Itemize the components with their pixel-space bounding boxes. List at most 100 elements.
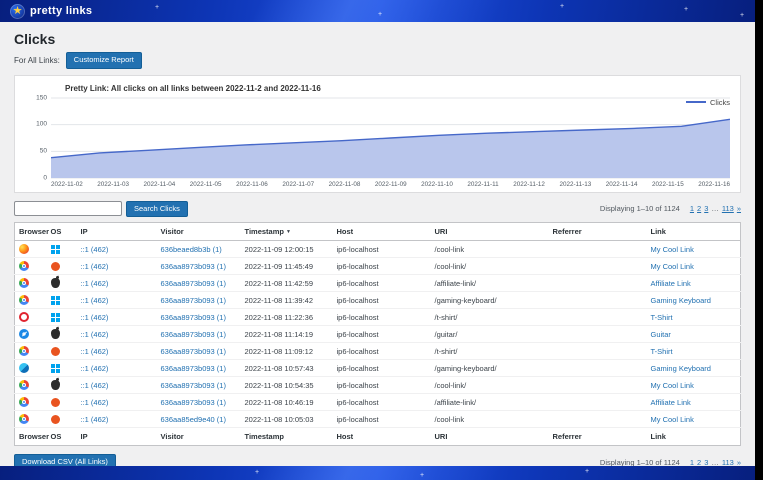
host-cell: ip6-localhost: [333, 292, 431, 309]
pagination-top: Displaying 1–10 of 1124 123…113»: [600, 204, 741, 213]
host-cell: ip6-localhost: [333, 275, 431, 292]
browser-cell: [15, 275, 47, 292]
table-row: ::1 (462)636aa8973b093 (1)2022-11-08 11:…: [15, 326, 741, 343]
column-header-visitor[interactable]: Visitor: [157, 223, 241, 241]
host-cell: ip6-localhost: [333, 360, 431, 377]
visitor-link[interactable]: 636aa85ed9e40 (1): [161, 415, 226, 424]
visitor-link[interactable]: 636aa8973b093 (1): [161, 279, 226, 288]
legend-label: Clicks: [710, 98, 730, 107]
ip-link[interactable]: ::1 (462): [81, 296, 109, 305]
ip-link[interactable]: ::1 (462): [81, 313, 109, 322]
link-title-cell: Affiliate Link: [647, 394, 741, 411]
column-header-browser[interactable]: Browser: [15, 223, 47, 241]
referrer-cell: [549, 394, 647, 411]
ip-link[interactable]: ::1 (462): [81, 245, 109, 254]
ip-link[interactable]: ::1 (462): [81, 279, 109, 288]
ip-link[interactable]: ::1 (462): [81, 330, 109, 339]
column-header-ip[interactable]: IP: [77, 428, 157, 446]
table-row: ::1 (462)636aa8973b093 (1)2022-11-08 11:…: [15, 292, 741, 309]
column-header-referrer[interactable]: Referrer: [549, 428, 647, 446]
page-link[interactable]: 3: [704, 204, 708, 213]
visitor-link[interactable]: 636aa8973b093 (1): [161, 330, 226, 339]
linux-os-icon: [51, 398, 60, 407]
referrer-cell: [549, 360, 647, 377]
link-title-link[interactable]: Affiliate Link: [651, 398, 691, 407]
ip-link[interactable]: ::1 (462): [81, 364, 109, 373]
x-axis-labels: 2022-11-022022-11-032022-11-042022-11-05…: [51, 181, 730, 188]
uri-cell: /gaming-keyboard/: [431, 292, 549, 309]
table-row: ::1 (462)636aa8973b093 (1)2022-11-08 11:…: [15, 275, 741, 292]
column-header-ip[interactable]: IP: [77, 223, 157, 241]
customize-report-button[interactable]: Customize Report: [66, 52, 142, 69]
next-page-link[interactable]: »: [737, 204, 741, 213]
windows-os-icon: [51, 296, 60, 305]
column-header-visitor[interactable]: Visitor: [157, 428, 241, 446]
browser-cell: [15, 360, 47, 377]
link-title-link[interactable]: T-Shirt: [651, 313, 673, 322]
link-title-link[interactable]: My Cool Link: [651, 381, 694, 390]
column-header-os[interactable]: OS: [47, 223, 77, 241]
ip-link[interactable]: ::1 (462): [81, 381, 109, 390]
chrome-browser-icon: [19, 261, 29, 271]
top-banner: ★ pretty links + + + + +: [0, 0, 755, 22]
visitor-link[interactable]: 636aa8973b093 (1): [161, 313, 226, 322]
ip-cell: ::1 (462): [77, 309, 157, 326]
search-input[interactable]: [14, 201, 122, 216]
link-title-link[interactable]: Guitar: [651, 330, 671, 339]
ip-link[interactable]: ::1 (462): [81, 262, 109, 271]
apple-os-icon: [51, 329, 60, 339]
x-tick-label: 2022-11-16: [698, 181, 730, 188]
column-header-timestamp[interactable]: Timestamp▼: [241, 223, 333, 241]
column-header-timestamp[interactable]: Timestamp: [241, 428, 333, 446]
page-link[interactable]: 2: [697, 204, 701, 213]
ip-link[interactable]: ::1 (462): [81, 415, 109, 424]
column-header-link[interactable]: Link: [647, 428, 741, 446]
uri-cell: /cool-link/: [431, 258, 549, 275]
link-title-link[interactable]: Gaming Keyboard: [651, 296, 711, 305]
pretty-links-logo[interactable]: ★ pretty links: [10, 4, 92, 19]
visitor-link[interactable]: 636aa8973b093 (1): [161, 262, 226, 271]
os-cell: [47, 309, 77, 326]
visitor-link[interactable]: 636aa8973b093 (1): [161, 347, 226, 356]
search-clicks-button[interactable]: Search Clicks: [126, 201, 188, 218]
visitor-link[interactable]: 636aa8973b093 (1): [161, 398, 226, 407]
column-header-referrer[interactable]: Referrer: [549, 223, 647, 241]
uri-cell: /gaming-keyboard/: [431, 360, 549, 377]
column-header-os[interactable]: OS: [47, 428, 77, 446]
column-header-browser[interactable]: Browser: [15, 428, 47, 446]
edge-browser-icon: [19, 363, 29, 373]
sparkle-icon: +: [684, 6, 688, 13]
browser-cell: [15, 326, 47, 343]
column-header-uri[interactable]: URI: [431, 428, 549, 446]
column-header-host[interactable]: Host: [333, 223, 431, 241]
uri-cell: /guitar/: [431, 326, 549, 343]
visitor-cell: 636aa8973b093 (1): [157, 326, 241, 343]
ip-link[interactable]: ::1 (462): [81, 347, 109, 356]
visitor-link[interactable]: 636aa8973b093 (1): [161, 381, 226, 390]
link-title-link[interactable]: My Cool Link: [651, 245, 694, 254]
visitor-link[interactable]: 636aa8973b093 (1): [161, 364, 226, 373]
visitor-cell: 636aa8973b093 (1): [157, 258, 241, 275]
column-header-host[interactable]: Host: [333, 428, 431, 446]
page-link[interactable]: 1: [690, 204, 694, 213]
os-cell: [47, 343, 77, 360]
column-header-link[interactable]: Link: [647, 223, 741, 241]
clicks-page: Clicks For All Links: Customize Report P…: [0, 31, 755, 471]
os-cell: [47, 258, 77, 275]
bottom-banner: + + +: [0, 466, 755, 480]
visitor-cell: 636aa8973b093 (1): [157, 343, 241, 360]
timestamp-cell: 2022-11-08 10:54:35: [241, 377, 333, 394]
visitor-link[interactable]: 636beaed8b3b (1): [161, 245, 222, 254]
link-title-link[interactable]: T-Shirt: [651, 347, 673, 356]
link-title-cell: Gaming Keyboard: [647, 292, 741, 309]
link-title-link[interactable]: My Cool Link: [651, 415, 694, 424]
ip-link[interactable]: ::1 (462): [81, 398, 109, 407]
link-title-cell: Gaming Keyboard: [647, 360, 741, 377]
link-title-link[interactable]: My Cool Link: [651, 262, 694, 271]
page-link-last[interactable]: 113: [722, 204, 734, 213]
clicks-table: BrowserOSIPVisitorTimestamp▼HostURIRefer…: [14, 222, 741, 446]
link-title-link[interactable]: Affiliate Link: [651, 279, 691, 288]
visitor-link[interactable]: 636aa8973b093 (1): [161, 296, 226, 305]
column-header-uri[interactable]: URI: [431, 223, 549, 241]
link-title-link[interactable]: Gaming Keyboard: [651, 364, 711, 373]
